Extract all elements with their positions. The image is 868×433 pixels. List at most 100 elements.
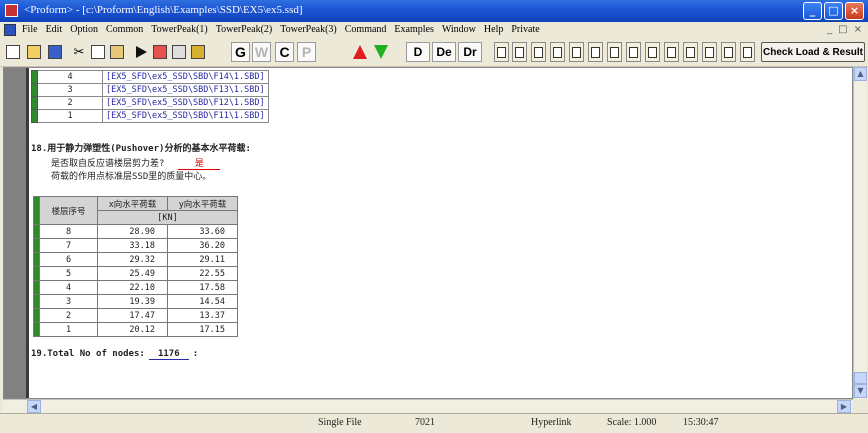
menu-command[interactable]: Command <box>345 24 387 35</box>
p-button[interactable]: P <box>297 42 316 62</box>
mdi-restore-button[interactable]: □ <box>838 24 847 35</box>
menu-window[interactable]: Window <box>442 24 476 35</box>
x-load-cell[interactable]: 28.90 <box>97 224 168 239</box>
total-nodes-label: 19.Total No of nodes: <box>31 349 145 359</box>
file-link[interactable]: [EX5_SFD\ex5_SSD\SBD\F14\1.SBD] <box>102 70 269 84</box>
menu-towerpeak2[interactable]: TowerPeak(2) <box>216 24 273 35</box>
size-grip[interactable] <box>853 399 868 413</box>
check-load-result-button[interactable]: Check Load & Result <box>761 42 865 62</box>
table-row: 6 29.32 29.11 <box>33 252 238 267</box>
format-icon[interactable] <box>189 42 207 62</box>
y-load-cell[interactable]: 13.37 <box>167 308 238 323</box>
menu-towerpeak1[interactable]: TowerPeak(1) <box>151 24 208 35</box>
menu-examples[interactable]: Examples <box>394 24 433 35</box>
section-18-note: 荷载的作用点标准层SSD里的质量中心。 <box>51 172 212 182</box>
tool-3-icon[interactable] <box>531 42 546 62</box>
menu-edit[interactable]: Edit <box>46 24 63 35</box>
table-cell: 4 <box>37 70 103 84</box>
tool-2-icon[interactable] <box>512 42 527 62</box>
x-load-cell[interactable]: 25.49 <box>97 266 168 281</box>
tool-6-icon[interactable] <box>588 42 603 62</box>
scroll-down-icon[interactable]: ▼ <box>854 384 867 398</box>
status-hyperlink: Hyperlink <box>531 417 572 428</box>
tool-1-icon[interactable] <box>494 42 509 62</box>
scroll-left-icon[interactable]: ◀ <box>27 400 41 413</box>
paste-icon[interactable] <box>108 42 126 62</box>
toolbar: ✂ G W C P D De Dr Check Load & Result <box>0 39 868 67</box>
x-load-cell[interactable]: 29.32 <box>97 252 168 267</box>
document-icon[interactable] <box>4 24 16 36</box>
scroll-right-icon[interactable]: ▶ <box>837 400 851 413</box>
copy-icon[interactable] <box>89 42 107 62</box>
layer-icon[interactable] <box>151 42 169 62</box>
g-button[interactable]: G <box>231 42 250 62</box>
x-load-cell[interactable]: 19.39 <box>97 294 168 309</box>
horizontal-scrollbar[interactable]: ◀ ▶ <box>3 399 853 413</box>
tool-13-icon[interactable] <box>721 42 736 62</box>
table-row: 1 20.12 17.15 <box>33 322 238 337</box>
y-load-cell[interactable]: 17.58 <box>167 280 238 295</box>
floor-cell: 7 <box>39 238 98 253</box>
app-icon[interactable] <box>5 4 18 17</box>
y-load-cell[interactable]: 22.55 <box>167 266 238 281</box>
scroll-thumb[interactable] <box>854 372 867 384</box>
y-load-cell[interactable]: 33.60 <box>167 224 238 239</box>
y-load-cell[interactable]: 17.15 <box>167 322 238 337</box>
y-load-cell[interactable]: 36.20 <box>167 238 238 253</box>
open-folder-icon[interactable] <box>25 42 43 62</box>
y-load-cell[interactable]: 14.54 <box>167 294 238 309</box>
status-bar: Single File 7021 Hyperlink Scale: 1.000 … <box>0 413 868 433</box>
scroll-up-icon[interactable]: ▲ <box>854 67 867 81</box>
file-link[interactable]: [EX5_SFD\ex5_SSD\SBD\F12\1.SBD] <box>102 96 269 110</box>
tool-7-icon[interactable] <box>607 42 622 62</box>
tool-5-icon[interactable] <box>569 42 584 62</box>
minimize-button[interactable]: _ <box>803 2 822 20</box>
new-icon[interactable] <box>4 42 22 62</box>
file-link[interactable]: [EX5_SFD\ex5_SSD\SBD\F11\1.SBD] <box>102 109 269 123</box>
c-button[interactable]: C <box>275 42 294 62</box>
answer-field[interactable]: 是 <box>178 156 221 170</box>
de-button[interactable]: De <box>432 42 456 62</box>
section-18-title: 18.用于静力弹塑性(Pushover)分析的基本水平荷载: <box>31 144 251 154</box>
vertical-scrollbar[interactable]: ▲ ▼ <box>853 67 867 399</box>
run-icon[interactable] <box>132 42 150 62</box>
mdi-close-button[interactable]: × <box>854 24 862 35</box>
tool-10-icon[interactable] <box>664 42 679 62</box>
menu-bar: File Edit Option Common TowerPeak(1) Tow… <box>0 22 868 39</box>
table-row: 5 25.49 22.55 <box>33 266 238 281</box>
tool-8-icon[interactable] <box>626 42 641 62</box>
menu-help[interactable]: Help <box>484 24 503 35</box>
menu-common[interactable]: Common <box>106 24 143 35</box>
dr-button[interactable]: Dr <box>458 42 482 62</box>
menu-private[interactable]: Private <box>511 24 539 35</box>
arrow-up-icon[interactable] <box>351 42 369 62</box>
menu-option[interactable]: Option <box>70 24 98 35</box>
print-icon[interactable] <box>170 42 188 62</box>
x-load-cell[interactable]: 20.12 <box>97 322 168 337</box>
file-link[interactable]: [EX5_SFD\ex5_SSD\SBD\F13\1.SBD] <box>102 83 269 97</box>
tool-14-icon[interactable] <box>740 42 755 62</box>
menu-file[interactable]: File <box>22 24 38 35</box>
w-button[interactable]: W <box>252 42 271 62</box>
tool-9-icon[interactable] <box>645 42 660 62</box>
close-button[interactable]: × <box>845 2 864 20</box>
tool-11-icon[interactable] <box>683 42 698 62</box>
table-row: 2 17.47 13.37 <box>33 308 238 323</box>
document-pane[interactable]: 4 [EX5_SFD\ex5_SSD\SBD\F14\1.SBD] 3 [EX5… <box>3 67 853 399</box>
x-load-cell[interactable]: 22.10 <box>97 280 168 295</box>
x-load-cell[interactable]: 33.18 <box>97 238 168 253</box>
arrow-down-icon[interactable] <box>372 42 390 62</box>
menu-towerpeak3[interactable]: TowerPeak(3) <box>280 24 337 35</box>
y-load-cell[interactable]: 29.11 <box>167 252 238 267</box>
section-19: 19.Total No of nodes: 1176: <box>31 349 198 360</box>
tool-12-icon[interactable] <box>702 42 717 62</box>
save-icon[interactable] <box>46 42 64 62</box>
maximize-button[interactable]: □ <box>824 2 843 20</box>
x-load-cell[interactable]: 17.47 <box>97 308 168 323</box>
table-row: 7 33.18 36.20 <box>33 238 238 253</box>
d-button[interactable]: D <box>406 42 430 62</box>
total-nodes-value[interactable]: 1176 <box>148 349 189 360</box>
mdi-minimize-button[interactable]: _ <box>827 24 832 35</box>
tool-4-icon[interactable] <box>550 42 565 62</box>
cut-icon[interactable]: ✂ <box>70 42 88 62</box>
